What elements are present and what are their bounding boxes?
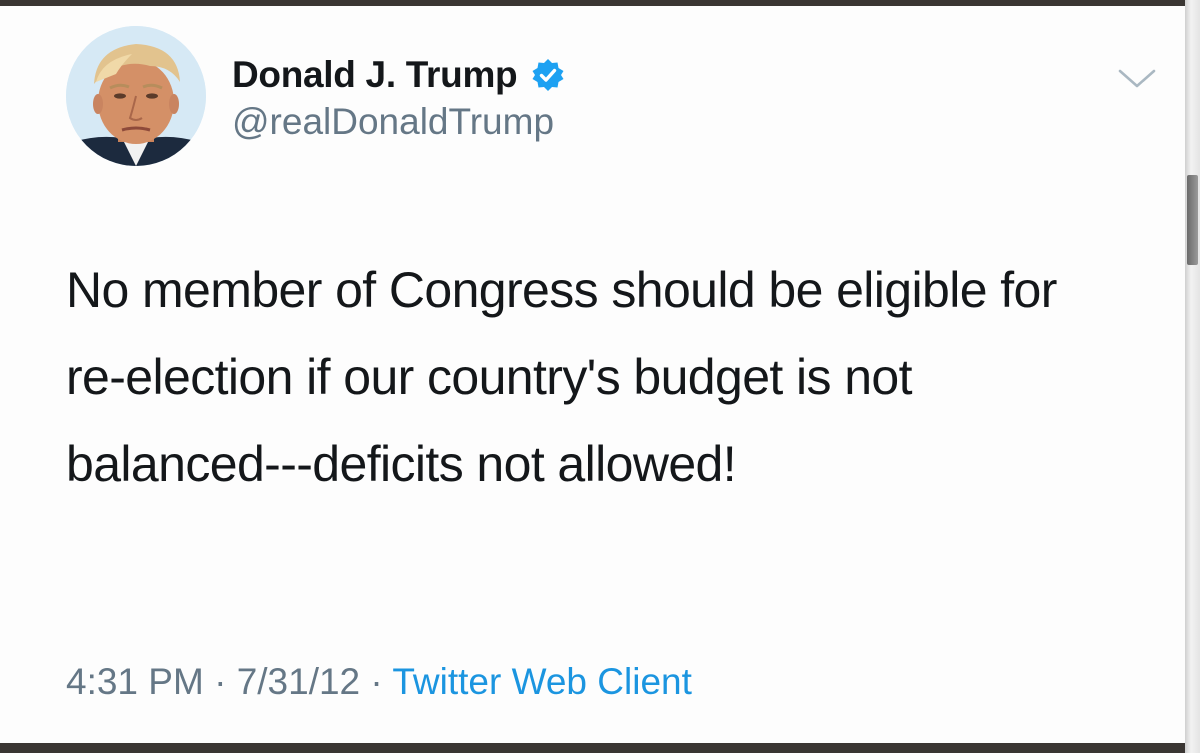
verified-badge-icon xyxy=(531,58,565,92)
meta-separator: · xyxy=(203,661,237,702)
window-edge xyxy=(1185,0,1200,753)
author-display-name[interactable]: Donald J. Trump xyxy=(232,54,518,96)
chevron-down-icon[interactable] xyxy=(1116,64,1158,94)
author-handle[interactable]: @realDonaldTrump xyxy=(232,101,554,143)
tweet-time[interactable]: 4:31 PM xyxy=(66,661,204,702)
tweet-date[interactable]: 7/31/12 xyxy=(237,661,360,702)
tweet-text: No member of Congress should be eligible… xyxy=(66,262,1057,492)
tweet-card: Donald J. Trump @realDonaldTrump No memb… xyxy=(0,6,1185,743)
avatar-photo xyxy=(66,26,206,166)
avatar[interactable] xyxy=(66,26,206,166)
tweet-meta: 4:31 PM · 7/31/12 · Twitter Web Client xyxy=(66,661,692,703)
author-name-row: Donald J. Trump xyxy=(232,50,565,100)
screenshot-frame: Donald J. Trump @realDonaldTrump No memb… xyxy=(0,0,1200,753)
tweet-source-link[interactable]: Twitter Web Client xyxy=(392,661,692,702)
meta-separator: · xyxy=(360,661,393,702)
edge-shade xyxy=(1187,175,1198,265)
